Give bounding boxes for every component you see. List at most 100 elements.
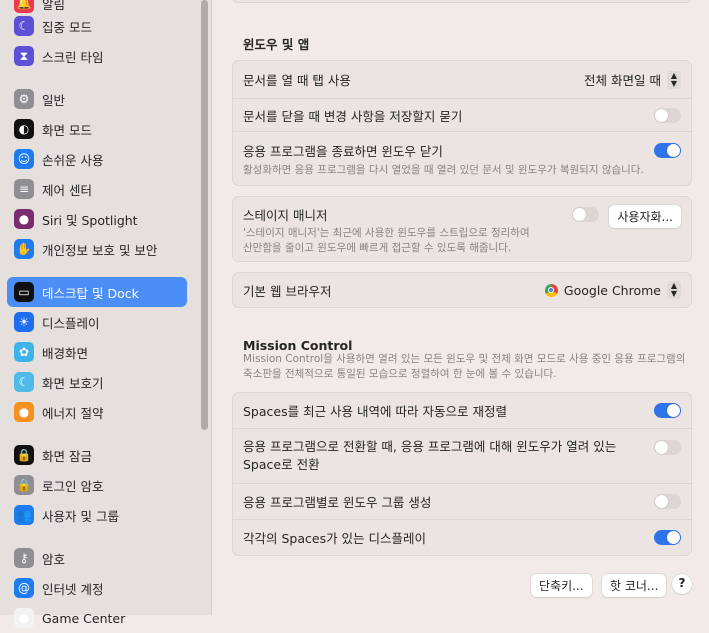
sidebar-item-label: 화면 모드 bbox=[42, 122, 92, 138]
sidebar-item-label: 개인정보 보호 및 보안 bbox=[42, 242, 158, 258]
accessibility-icon: ☺ bbox=[14, 149, 34, 169]
sidebar-item-moon[interactable]: ☾ 집중 모드 bbox=[7, 11, 187, 41]
ask-save-toggle[interactable] bbox=[654, 107, 681, 123]
description-line: 축소판을 전체적으로 통일된 모습으로 정렬하여 한 눈에 볼 수 있습니다. bbox=[243, 368, 557, 380]
mission-row-3: 각각의 Spaces가 있는 디스플레이 bbox=[233, 519, 691, 555]
hand-icon: ✋ bbox=[14, 239, 34, 259]
at-icon: @ bbox=[14, 578, 34, 598]
stage-manager-description-1: '스테이지 매니저'는 최근에 사용한 윈도우를 스트립으로 정리하여 bbox=[243, 227, 530, 239]
browser-card: 기본 웹 브라우저 Google Chrome ▲ ▼ bbox=[232, 272, 692, 308]
sidebar-item-label: 데스크탑 및 Dock bbox=[42, 285, 139, 301]
windows-card: 문서를 열 때 탭 사용 전체 화면일 때 ▲ ▼ 문서를 닫을 때 변경 사항을 … bbox=[232, 60, 692, 186]
screensaver-icon: ☾ bbox=[14, 372, 34, 392]
lightbulb-icon: ● bbox=[14, 402, 34, 422]
main-pane: 윈도우 및 앱 문서를 열 때 탭 사용 전체 화면일 때 ▲ ▼ 문서를 닫을 때… bbox=[213, 0, 709, 615]
shortcuts-button[interactable]: 단축키... bbox=[531, 574, 592, 597]
description-line: Mission Control을 사용하면 열려 있는 모든 윈도우 및 전체 … bbox=[243, 353, 686, 365]
sidebar-item-at[interactable]: @ 인터넷 계정 bbox=[7, 573, 187, 603]
sidebar-item-label: 에너지 절약 bbox=[42, 405, 104, 421]
chrome-icon bbox=[544, 283, 558, 297]
sidebar-item-label: 스크린 타임 bbox=[42, 49, 104, 65]
sidebar-item-lock-screen[interactable]: 🔒 화면 잠금 bbox=[7, 440, 187, 470]
sidebar-item-accessibility[interactable]: ☺ 손쉬운 사용 bbox=[7, 144, 187, 174]
flower-icon: ✿ bbox=[14, 342, 34, 362]
close-windows-toggle[interactable] bbox=[654, 142, 681, 158]
users-icon: 👥 bbox=[14, 505, 34, 525]
sidebar-item-label: 로그인 암호 bbox=[42, 478, 104, 494]
siri-icon: ● bbox=[14, 209, 34, 229]
control-center-icon: ≡ bbox=[14, 179, 34, 199]
stage-manager-toggle[interactable] bbox=[572, 207, 600, 222]
key-icon: ⚷ bbox=[14, 548, 34, 568]
hot-corners-button[interactable]: 핫 코너... bbox=[602, 574, 667, 597]
sidebar-item-dock[interactable]: ▭ 데스크탑 및 Dock bbox=[7, 277, 187, 307]
gear-icon: ⚙ bbox=[14, 89, 34, 109]
sidebar-item-label: Game Center bbox=[42, 610, 126, 626]
customize-button[interactable]: 사용자화... bbox=[609, 205, 681, 228]
help-button[interactable]: ? bbox=[672, 574, 692, 594]
sidebar-item-label: 사용자 및 그룹 bbox=[42, 508, 119, 524]
close-windows-label: 응용 프로그램을 종료하면 윈도우 닫기 bbox=[243, 143, 443, 159]
tabs-value: 전체 화면일 때 bbox=[584, 73, 661, 88]
section-heading-windows: 윈도우 및 앱 bbox=[243, 37, 310, 52]
separate-spaces-toggle[interactable] bbox=[654, 530, 681, 545]
sidebar-item-sun[interactable]: ☀ 디스플레이 bbox=[7, 307, 187, 337]
close-windows-row: 응용 프로그램을 종료하면 윈도우 닫기 활성화하면 응용 프로그램을 다시 열었… bbox=[233, 131, 691, 186]
sidebar-item-label: 디스플레이 bbox=[42, 315, 100, 331]
sidebar-item-label: 화면 보호기 bbox=[42, 375, 104, 391]
sidebar-item-gear[interactable]: ⚙ 일반 bbox=[7, 84, 187, 114]
switch-space-toggle[interactable] bbox=[654, 439, 681, 455]
mission-control-card: Spaces를 최근 사용 내역에 따라 자동으로 재정렬 응용 프로그램으로 … bbox=[232, 392, 692, 556]
sidebar-item-label: 인터넷 계정 bbox=[42, 581, 104, 597]
stage-manager-description-2: 산만함을 줄이고 윈도우에 빠르게 접근할 수 있도록 해줍니다. bbox=[243, 242, 512, 254]
sidebar-item-siri[interactable]: ● Siri 및 Spotlight bbox=[7, 204, 187, 234]
row-label: Spaces를 최근 사용 내역에 따라 자동으로 재정렬 bbox=[243, 404, 507, 419]
mission-row-2: 응용 프로그램별로 윈도우 그룹 생성 bbox=[233, 483, 691, 519]
mission-control-description: Mission Control을 사용하면 열려 있는 모든 윈도우 및 전체 … bbox=[243, 352, 685, 382]
dock-icon: ▭ bbox=[14, 282, 34, 302]
game-center-icon: ● bbox=[14, 608, 34, 628]
appearance-icon: ◐ bbox=[14, 119, 34, 139]
group-windows-toggle[interactable] bbox=[654, 494, 681, 509]
sidebar-item-key[interactable]: ⚷ 암호 bbox=[7, 543, 187, 573]
sidebar-scrollbar[interactable] bbox=[201, 0, 208, 430]
sidebar-item-screensaver[interactable]: ☾ 화면 보호기 bbox=[7, 367, 187, 397]
sun-icon: ☀ bbox=[14, 312, 34, 332]
stepper-icon: ▲ ▼ bbox=[667, 70, 681, 89]
sidebar-item-label: 암호 bbox=[42, 551, 66, 567]
sidebar-item-lightbulb[interactable]: ● 에너지 절약 bbox=[7, 397, 187, 427]
stage-manager-label: 스테이지 매니저 bbox=[243, 208, 328, 223]
sidebar-item-label: 배경화면 bbox=[42, 345, 89, 361]
browser-label: 기본 웹 브라우저 bbox=[243, 283, 332, 299]
browser-select[interactable]: Google Chrome ▲ ▼ bbox=[544, 281, 681, 299]
browser-value: Google Chrome bbox=[563, 282, 661, 298]
hourglass-icon: ⧗ bbox=[14, 46, 34, 66]
sidebar-item-users[interactable]: 👥 사용자 및 그룹 bbox=[7, 500, 187, 530]
ask-save-row: 문서를 닫을 때 변경 사항을 저장할지 묻기 bbox=[233, 98, 691, 131]
tabs-select[interactable]: 전체 화면일 때 ▲ ▼ bbox=[584, 70, 681, 89]
row-label: 각각의 Spaces가 있는 디스플레이 bbox=[243, 531, 427, 546]
previous-card bbox=[232, 0, 692, 3]
sidebar-item-appearance[interactable]: ◐ 화면 모드 bbox=[7, 114, 187, 144]
stepper-icon: ▲ ▼ bbox=[667, 281, 681, 299]
sidebar-item-hourglass[interactable]: ⧗ 스크린 타임 bbox=[7, 41, 187, 71]
stage-manager-card: 스테이지 매니저 '스테이지 매니저'는 최근에 사용한 윈도우를 스트립으로 … bbox=[232, 196, 692, 262]
section-heading-mission-control: Mission Control bbox=[243, 338, 353, 353]
sidebar-item-label: 손쉬운 사용 bbox=[42, 152, 104, 168]
sidebar-item-game-center[interactable]: ● Game Center bbox=[7, 603, 187, 633]
sidebar-item-control-center[interactable]: ≡ 제어 센터 bbox=[7, 174, 187, 204]
tabs-row: 문서를 열 때 탭 사용 전체 화면일 때 ▲ ▼ bbox=[233, 61, 691, 98]
sidebar-item-label: 집중 모드 bbox=[42, 19, 92, 35]
mission-row-0: Spaces를 최근 사용 내역에 따라 자동으로 재정렬 bbox=[233, 393, 691, 428]
sidebar-item-flower[interactable]: ✿ 배경화면 bbox=[7, 337, 187, 367]
sidebar-item-label: 일반 bbox=[42, 92, 66, 108]
moon-icon: ☾ bbox=[14, 16, 34, 36]
sidebar-item-label: 제어 센터 bbox=[42, 182, 92, 198]
sidebar-item-label: Siri 및 Spotlight bbox=[42, 212, 138, 228]
sidebar-item-hand[interactable]: ✋ 개인정보 보호 및 보안 bbox=[7, 234, 187, 264]
sidebar-item-lock[interactable]: 🔒 로그인 암호 bbox=[7, 470, 187, 500]
auto-rearrange-toggle[interactable] bbox=[654, 403, 681, 418]
tabs-label: 문서를 열 때 탭 사용 bbox=[243, 73, 351, 88]
lock-screen-icon: 🔒 bbox=[14, 445, 34, 465]
lock-icon: 🔒 bbox=[14, 475, 34, 495]
